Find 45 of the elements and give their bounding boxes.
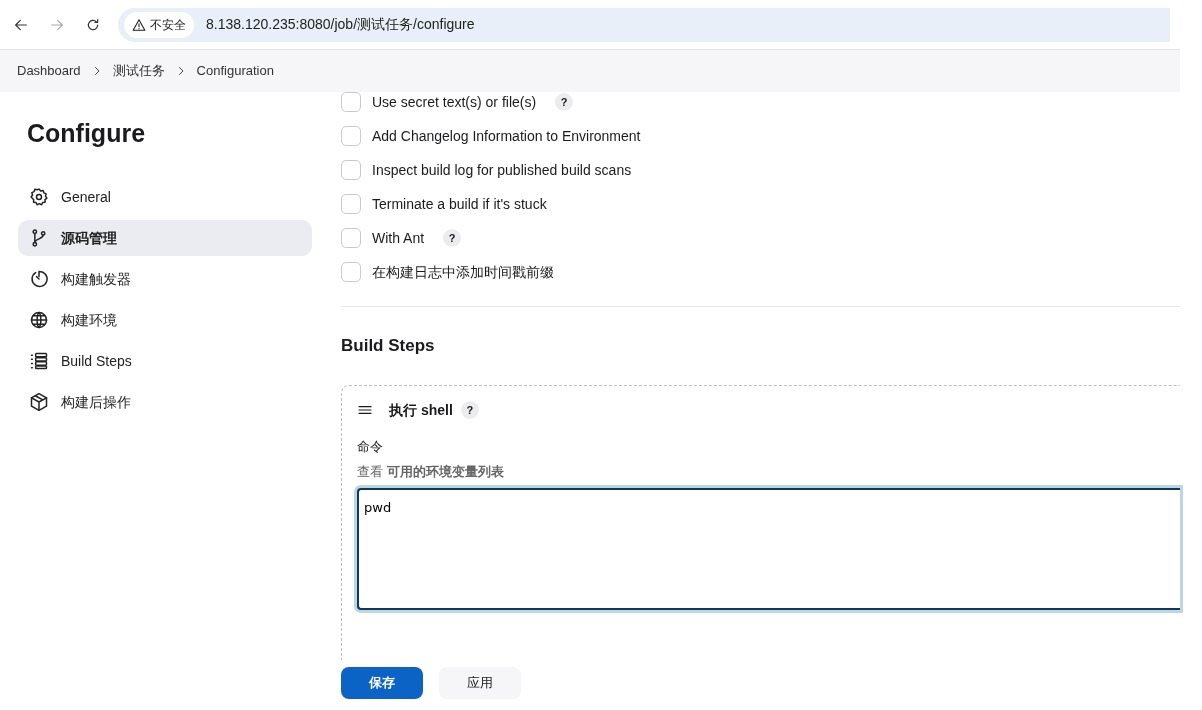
timer-icon — [29, 269, 49, 289]
checkbox-label: Terminate a build if it's stuck — [372, 194, 547, 214]
sidebar-item[interactable]: 构建触发器 — [18, 261, 312, 297]
field-label: 命令 — [357, 438, 384, 457]
security-label: 不安全 — [150, 16, 186, 34]
branch-icon — [29, 228, 49, 248]
breadcrumb-link[interactable]: Dashboard — [17, 61, 81, 81]
help-button[interactable]: ? — [555, 93, 574, 111]
sidebar-item[interactable]: General — [18, 179, 312, 215]
step-title: 执行 shell — [389, 400, 453, 420]
list-icon — [29, 351, 49, 371]
section-heading: Build Steps — [341, 336, 436, 357]
checkbox-label: 在构建日志中添加时间戳前缀 — [372, 262, 554, 282]
address-bar[interactable]: 不安全 8.138.120.235:8080/job/测试任务/configure — [118, 7, 1170, 42]
checkbox-label: Inspect build log for published build scans — [372, 160, 632, 180]
gear-icon — [29, 187, 49, 207]
breadcrumb-link[interactable]: Configuration — [196, 61, 274, 81]
url-text: 8.138.120.235:8080/job/测试任务/configure — [206, 15, 475, 34]
checkbox[interactable] — [341, 228, 361, 248]
help-button[interactable]: ? — [443, 229, 462, 247]
sidebar-item[interactable]: 源码管理 — [18, 220, 312, 256]
security-chip[interactable]: 不安全 — [124, 11, 194, 38]
page-title: Configure — [27, 118, 147, 149]
warning-icon — [132, 17, 146, 32]
sidebar-item[interactable]: Build Steps — [18, 343, 312, 379]
apply-button[interactable]: 应用 — [439, 667, 521, 699]
sidebar-item[interactable]: 构建后操作 — [18, 384, 312, 420]
package-icon — [29, 392, 49, 412]
checkbox[interactable] — [341, 92, 361, 112]
hint-text: 查看 可用的环境变量列表 — [357, 462, 505, 481]
checkbox[interactable] — [341, 262, 361, 282]
breadcrumb-link[interactable]: 测试任务 — [112, 61, 165, 81]
checkbox-label: Add Changelog Information to Environment — [372, 126, 641, 146]
globe-icon — [29, 310, 49, 330]
checkbox[interactable] — [341, 126, 361, 146]
checkbox-label: Use secret text(s) or file(s) — [372, 92, 537, 112]
sidebar-item[interactable]: 构建环境 — [18, 302, 312, 338]
checkbox-label: With Ant — [372, 228, 425, 248]
help-button[interactable]: ? — [460, 401, 479, 420]
env-vars-link[interactable]: 可用的环境变量列表 — [386, 463, 504, 479]
reload-icon — [85, 16, 101, 33]
save-button[interactable]: 保存 — [341, 667, 423, 699]
checkbox[interactable] — [341, 160, 361, 180]
command-field[interactable]: pwd — [357, 488, 1180, 611]
checkbox[interactable] — [341, 194, 361, 214]
